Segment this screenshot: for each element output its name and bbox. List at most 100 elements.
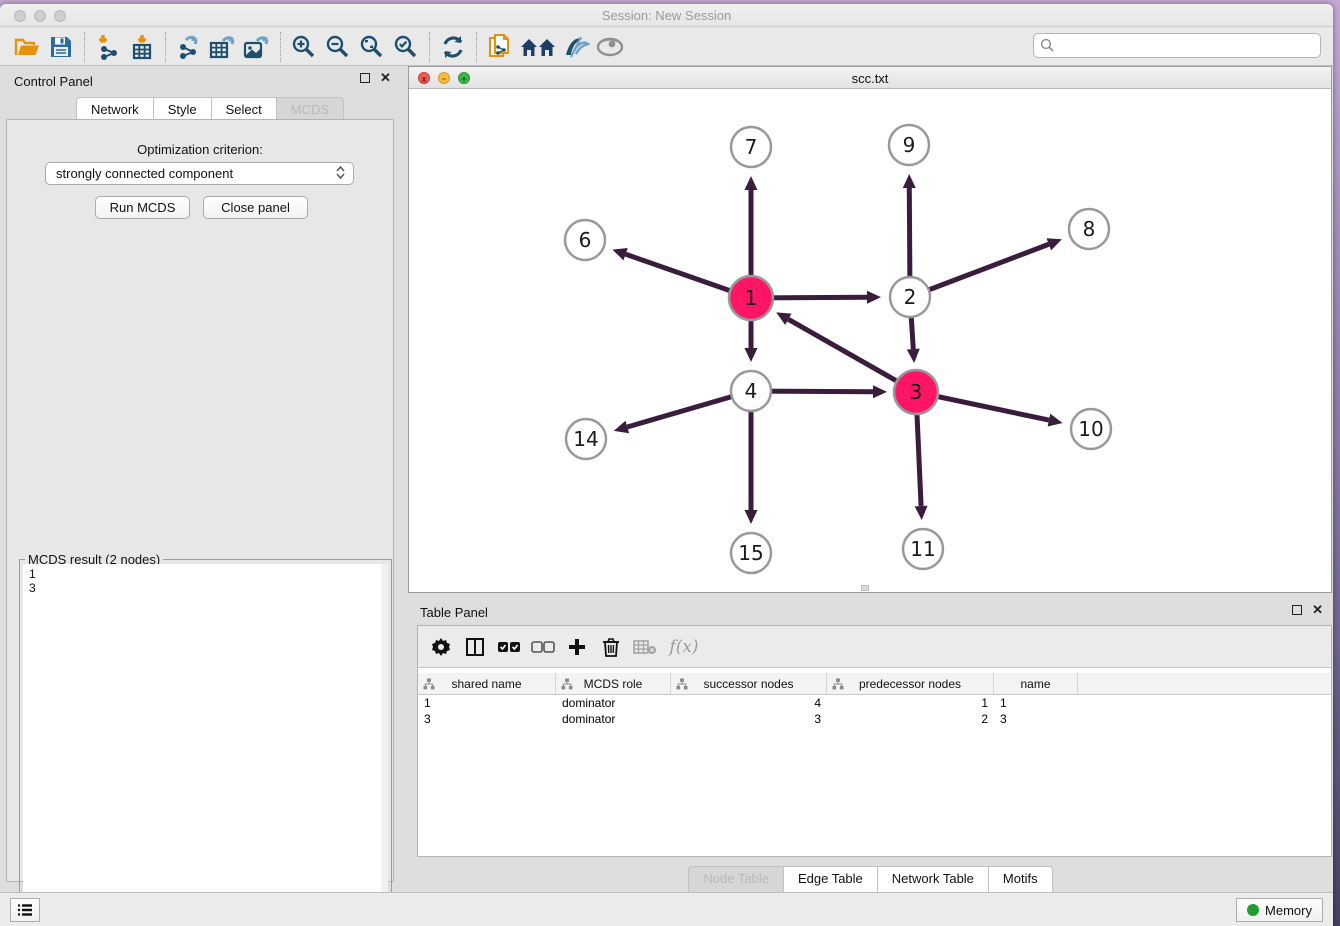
close-table-panel-icon[interactable]: ✕ (1312, 605, 1323, 615)
run-mcds-button[interactable]: Run MCDS (95, 196, 190, 219)
chevron-updown-icon (336, 166, 345, 179)
node-label-2: 2 (904, 285, 917, 309)
mcds-result-group: MCDS result (2 nodes) 1 3 (19, 552, 392, 926)
network-scroll-nub[interactable] (861, 585, 869, 591)
duplicate-network-icon[interactable] (483, 32, 517, 62)
zoom-in-icon[interactable] (287, 32, 321, 62)
export-image-icon[interactable] (240, 32, 274, 62)
first-neighbors-icon[interactable] (517, 32, 559, 62)
node-table-container: f(x) shared name MCDS role successor (417, 625, 1332, 857)
memory-status-icon (1247, 904, 1259, 916)
criterion-select[interactable]: strongly connected component (45, 162, 354, 185)
cell-predecessor-nodes[interactable]: 1 (827, 696, 994, 710)
column-header-name[interactable]: name (994, 673, 1078, 694)
node-label-9: 9 (903, 133, 916, 157)
column-header-successor-nodes[interactable]: successor nodes (671, 673, 827, 694)
hierarchy-icon (832, 678, 844, 690)
cell-shared-name[interactable]: 1 (418, 696, 556, 710)
show-columns-icon[interactable] (460, 632, 490, 662)
node-table: shared name MCDS role successor nodes pr… (418, 673, 1331, 856)
cell-name[interactable]: 1 (994, 696, 1078, 710)
search-box[interactable] (1033, 33, 1321, 58)
optimization-criterion-label: Optimization criterion: (7, 142, 393, 157)
table-options-icon[interactable] (426, 632, 456, 662)
save-session-icon[interactable] (44, 32, 78, 62)
list-icon (17, 903, 33, 917)
result-scrollbar[interactable] (381, 564, 388, 926)
network-titlebar[interactable]: x − + scc.txt (409, 67, 1331, 89)
apply-layout-icon[interactable] (436, 32, 470, 62)
unselect-all-columns-icon[interactable] (528, 632, 558, 662)
node-label-7: 7 (745, 135, 758, 159)
zoom-out-icon[interactable] (321, 32, 355, 62)
network-canvas[interactable]: 7968124314101511 (409, 89, 1331, 592)
node-label-1: 1 (745, 286, 758, 310)
cell-predecessor-nodes[interactable]: 2 (827, 712, 994, 726)
zoom-fit-icon[interactable] (355, 32, 389, 62)
hierarchy-icon (423, 678, 435, 690)
column-header-mcds-role[interactable]: MCDS role (556, 673, 671, 694)
table-row[interactable]: 3 dominator 3 2 3 (418, 711, 1331, 727)
edge-arrowhead (1046, 238, 1061, 250)
show-task-history-button[interactable] (10, 898, 40, 922)
show-graphics-details-icon[interactable] (559, 32, 593, 62)
column-header-predecessor-nodes[interactable]: predecessor nodes (827, 673, 994, 694)
edge-arrowhead (745, 176, 758, 190)
table-panel-title: Table Panel (420, 605, 488, 620)
toolbar-separator (476, 32, 477, 62)
edge-arrowhead (867, 291, 881, 304)
edge-arrowhead (612, 248, 627, 260)
cell-name[interactable]: 3 (994, 712, 1078, 726)
edge-arrowhead (614, 421, 629, 433)
node-label-4: 4 (745, 379, 758, 403)
export-network-icon[interactable] (172, 32, 206, 62)
delete-column-icon[interactable] (596, 632, 626, 662)
control-panel-header: Control Panel ✕ (0, 66, 400, 94)
bird-eye-view-icon[interactable] (593, 32, 627, 62)
memory-button[interactable]: Memory (1236, 898, 1323, 922)
export-table-icon[interactable] (206, 32, 240, 62)
cell-mcds-role[interactable]: dominator (556, 696, 671, 710)
delete-table-icon (630, 632, 660, 662)
edge-arrowhead (907, 349, 920, 363)
table-row[interactable]: 1 dominator 4 1 1 (418, 695, 1331, 711)
search-input[interactable] (1055, 39, 1320, 53)
cell-successor-nodes[interactable]: 4 (671, 696, 827, 710)
node-label-11: 11 (910, 537, 935, 561)
float-panel-icon[interactable] (360, 73, 370, 83)
node-label-6: 6 (579, 228, 592, 252)
open-session-icon[interactable] (10, 32, 44, 62)
toolbar-separator (280, 32, 281, 62)
import-table-icon[interactable] (125, 32, 159, 62)
close-panel-button[interactable]: Close panel (203, 196, 308, 219)
edge-arrowhead (915, 506, 928, 520)
toolbar-separator (84, 32, 85, 62)
network-frame: x − + scc.txt 7968124314101511 (408, 66, 1332, 593)
mcds-result-text[interactable]: 1 3 (23, 564, 381, 926)
cell-mcds-role[interactable]: dominator (556, 712, 671, 726)
close-panel-icon[interactable]: ✕ (380, 73, 391, 83)
table-header-row: shared name MCDS role successor nodes pr… (418, 673, 1331, 695)
network-title: scc.txt (409, 71, 1331, 86)
import-network-icon[interactable] (91, 32, 125, 62)
edge-arrowhead (745, 348, 758, 362)
edge-2-8[interactable] (910, 244, 1049, 297)
edge-arrowhead (873, 385, 887, 398)
table-toolbar: f(x) (418, 626, 1331, 668)
column-header-shared-name[interactable]: shared name (418, 673, 556, 694)
main-area: Control Panel ✕ Network Style Select MCD… (0, 66, 1333, 892)
app-title: Session: New Session (0, 8, 1333, 23)
zoom-selected-icon[interactable] (389, 32, 423, 62)
main-toolbar (0, 28, 1333, 66)
toolbar-separator (429, 32, 430, 62)
cell-successor-nodes[interactable]: 3 (671, 712, 827, 726)
criterion-value: strongly connected component (56, 166, 233, 181)
float-table-panel-icon[interactable] (1292, 605, 1302, 615)
app-titlebar: Session: New Session (0, 4, 1333, 27)
app-window: Session: New Session (0, 4, 1333, 926)
status-bar: Memory (0, 892, 1333, 926)
cell-shared-name[interactable]: 3 (418, 712, 556, 726)
control-panel-title: Control Panel (14, 74, 93, 89)
select-all-columns-icon[interactable] (494, 632, 524, 662)
add-column-icon[interactable] (562, 632, 592, 662)
